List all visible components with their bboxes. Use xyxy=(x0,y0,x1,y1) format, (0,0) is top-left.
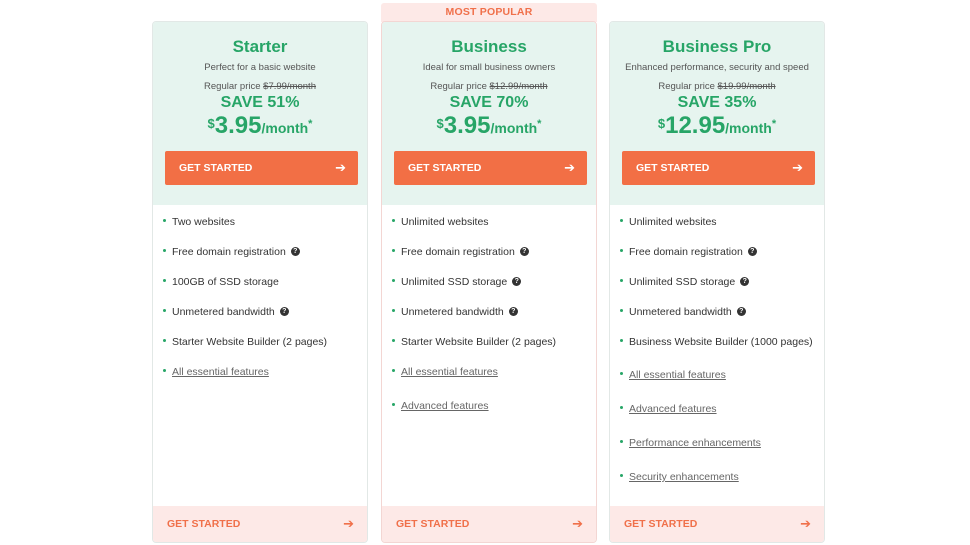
all-essential-features-link[interactable]: All essential features xyxy=(629,369,726,381)
regular-price: Regular price $19.99/month xyxy=(658,81,776,92)
regular-price: Regular price $7.99/month xyxy=(204,81,316,92)
plan-tagline: Enhanced performance, security and speed xyxy=(625,62,809,73)
question-circle-icon[interactable]: ? xyxy=(519,246,529,256)
bottom-get-started-button[interactable]: GET STARTED ➔ xyxy=(382,506,596,542)
plan-header: Business Pro Enhanced performance, secur… xyxy=(610,22,824,205)
plan-price: $3.95/month* xyxy=(207,112,313,139)
plan-name: Business Pro xyxy=(662,37,772,56)
bottom-get-started-button[interactable]: GET STARTED ➔ xyxy=(610,506,824,542)
plan-name: Starter xyxy=(232,37,288,56)
question-circle-icon[interactable]: ? xyxy=(290,246,300,256)
list-item: Unlimited SSD storage? xyxy=(620,275,750,289)
save-percent: SAVE 51% xyxy=(220,94,300,111)
get-started-button[interactable]: GET STARTED ➔ xyxy=(622,151,815,185)
arrow-right-icon: ➔ xyxy=(335,160,346,175)
list-item: Unmetered bandwidth? xyxy=(163,305,289,319)
list-item: Starter Website Builder (2 pages) xyxy=(163,335,327,349)
arrow-right-icon: ➔ xyxy=(564,160,575,175)
list-item: Free domain registration? xyxy=(392,245,529,259)
plan-header: Business Ideal for small business owners… xyxy=(382,22,596,205)
question-circle-icon[interactable]: ? xyxy=(740,276,750,286)
bottom-get-started-button[interactable]: GET STARTED ➔ xyxy=(153,506,367,542)
question-circle-icon[interactable]: ? xyxy=(747,246,757,256)
question-circle-icon[interactable]: ? xyxy=(512,276,522,286)
list-item: Unlimited websites xyxy=(620,215,717,229)
arrow-right-icon: ➔ xyxy=(572,516,583,531)
list-item: Two websites xyxy=(163,215,235,229)
regular-price-value: $19.99/month xyxy=(717,81,776,92)
plan-tagline: Ideal for small business owners xyxy=(422,62,556,73)
question-circle-icon[interactable]: ? xyxy=(508,306,518,316)
security-enhancements-link[interactable]: Security enhancements xyxy=(629,471,739,483)
list-item: Business Website Builder (1000 pages) xyxy=(620,335,813,349)
list-item: Free domain registration? xyxy=(620,245,757,259)
plan-card-business: Business Ideal for small business owners… xyxy=(381,21,597,543)
performance-enhancements-link[interactable]: Performance enhancements xyxy=(629,437,761,449)
advanced-features-link[interactable]: Advanced features xyxy=(629,403,717,415)
arrow-right-icon: ➔ xyxy=(343,516,354,531)
plan-card-business-pro: Business Pro Enhanced performance, secur… xyxy=(609,21,825,543)
save-percent: SAVE 35% xyxy=(677,94,757,111)
arrow-right-icon: ➔ xyxy=(800,516,811,531)
list-item: Advanced features xyxy=(392,399,489,413)
regular-price: Regular price $12.99/month xyxy=(430,81,548,92)
plan-price: $12.95/month* xyxy=(657,112,777,139)
list-item: Performance enhancements xyxy=(620,436,761,450)
list-item: Advanced features xyxy=(620,402,717,416)
plan-card-starter: Starter Perfect for a basic website Regu… xyxy=(152,21,368,543)
list-item: All essential features xyxy=(620,368,726,382)
most-popular-badge: MOST POPULAR xyxy=(381,3,597,22)
get-started-button[interactable]: GET STARTED ➔ xyxy=(165,151,358,185)
plan-name: Business xyxy=(451,37,527,56)
plan-tagline: Perfect for a basic website xyxy=(204,62,316,73)
list-item: Unlimited SSD storage? xyxy=(392,275,522,289)
plan-price: $3.95/month* xyxy=(436,112,542,139)
list-item: Unlimited websites xyxy=(392,215,489,229)
regular-price-value: $7.99/month xyxy=(263,81,316,92)
question-circle-icon[interactable]: ? xyxy=(736,306,746,316)
list-item: Starter Website Builder (2 pages) xyxy=(392,335,556,349)
save-percent: SAVE 70% xyxy=(449,94,529,111)
advanced-features-link[interactable]: Advanced features xyxy=(401,400,489,412)
list-item: Security enhancements xyxy=(620,470,739,484)
all-essential-features-link[interactable]: All essential features xyxy=(172,366,269,378)
question-circle-icon[interactable]: ? xyxy=(279,306,289,316)
get-started-button[interactable]: GET STARTED ➔ xyxy=(394,151,587,185)
list-item: All essential features xyxy=(392,365,498,379)
list-item: All essential features xyxy=(163,365,269,379)
list-item: Unmetered bandwidth? xyxy=(620,305,746,319)
all-essential-features-link[interactable]: All essential features xyxy=(401,366,498,378)
list-item: Unmetered bandwidth? xyxy=(392,305,518,319)
list-item: Free domain registration? xyxy=(163,245,300,259)
list-item: 100GB of SSD storage xyxy=(163,275,279,289)
arrow-right-icon: ➔ xyxy=(792,160,803,175)
plan-header: Starter Perfect for a basic website Regu… xyxy=(153,22,367,205)
regular-price-value: $12.99/month xyxy=(489,81,548,92)
